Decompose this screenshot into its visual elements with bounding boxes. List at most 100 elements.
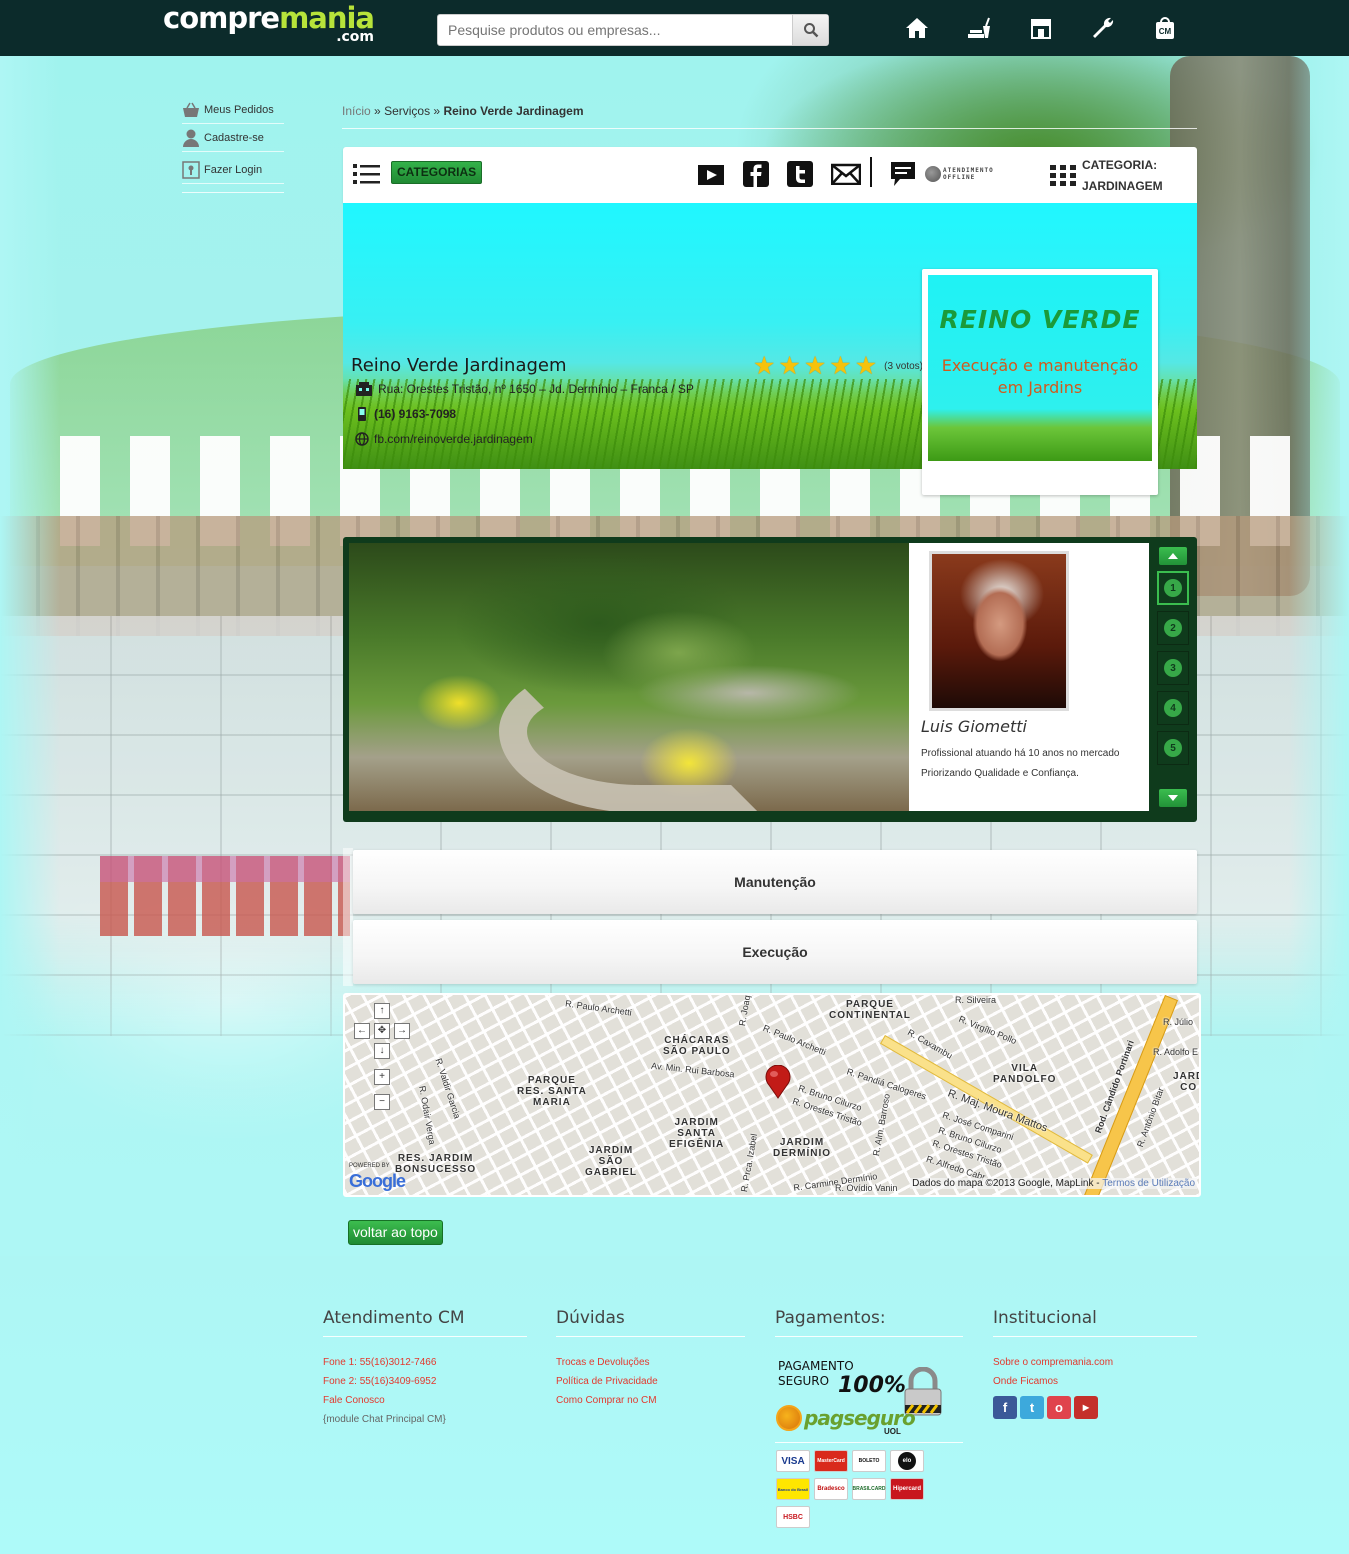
promo-brand: REINO VERDE [939, 305, 1141, 334]
pan-center-button[interactable]: ✥ [374, 1023, 390, 1039]
search-icon [803, 23, 818, 38]
location-map[interactable]: PARQUE CONTINENTAL CHÁCARAS SÃO PAULO PARQ… [343, 993, 1201, 1197]
star-icon: ★ [803, 352, 827, 380]
footer-chat-module: {module Chat Principal CM} [323, 1414, 446, 1425]
sidebar-item-label: Fazer Login [204, 163, 263, 176]
orkut-icon[interactable]: o [1047, 1396, 1071, 1419]
search-button[interactable] [792, 15, 828, 45]
list-menu-button[interactable] [353, 163, 380, 188]
facebook-icon[interactable]: f [993, 1396, 1017, 1419]
website-text: fb.com/reinoverde.jardinagem [374, 432, 533, 446]
zoom-in-button[interactable]: + [374, 1069, 390, 1085]
caret-up-icon [1168, 553, 1178, 559]
footer-contact-link[interactable]: Fale Conosco [323, 1391, 527, 1410]
address-text: Rua: Orestes Tristão, nº 1650 – Jd. Derm… [378, 382, 694, 396]
youtube-icon[interactable] [697, 162, 725, 186]
footer-returns-link[interactable]: Trocas e Devoluções [556, 1353, 745, 1372]
map-powered-by: POWERED BY [349, 1163, 390, 1169]
business-website[interactable]: fb.com/reinoverde.jardinagem [355, 432, 533, 446]
breadcrumb-section-link[interactable]: Serviços [384, 104, 430, 118]
map-street: R. Júlio [1163, 1017, 1194, 1027]
zoom-out-button[interactable]: − [374, 1094, 390, 1110]
pagseguro-logo: pagseguro UOL [776, 1405, 916, 1436]
pan-right-button[interactable]: → [394, 1023, 410, 1039]
accordion-strip [343, 848, 353, 986]
wrench-icon [1093, 17, 1114, 38]
service-execucao[interactable]: Execução [353, 920, 1197, 984]
mastercard-icon: MasterCard [814, 1450, 848, 1472]
footer-institucional-title: Institucional [993, 1308, 1197, 1337]
slide-thumb-1[interactable]: 1 [1157, 571, 1189, 605]
social-share-icons [697, 161, 861, 187]
pan-up-button[interactable]: ↑ [374, 1003, 390, 1019]
slide-thumb-4[interactable]: 4 [1157, 691, 1189, 725]
breadcrumb-home-link[interactable]: Início [342, 104, 371, 118]
nav-store[interactable] [1010, 12, 1072, 44]
top-nav-icons: CM [886, 12, 1196, 44]
sidebar-item-login[interactable]: Fazer Login [182, 156, 284, 184]
category-indicator[interactable]: CATEGORIA: JARDINAGEM [1050, 155, 1163, 197]
search-input[interactable] [438, 15, 793, 45]
slide-selector: 1 2 3 4 5 [1155, 543, 1191, 811]
elo-card-icon: elo [890, 1450, 924, 1472]
sidebar-item-register[interactable]: Cadastre-se [182, 124, 284, 152]
footer-phone-2[interactable]: Fone 2: 55(16)3409-6952 [323, 1372, 527, 1391]
nav-services[interactable] [1072, 12, 1134, 44]
offline-line-1: ATENDIMENTO [943, 167, 994, 174]
login-icon [182, 160, 200, 179]
chat-button[interactable] [890, 161, 916, 190]
youtube-icon[interactable]: ▶ [1074, 1396, 1098, 1419]
map-terms-link[interactable]: Termos de Utilização [1102, 1178, 1195, 1189]
twitter-icon[interactable]: t [1020, 1396, 1044, 1419]
rating-stars[interactable]: ★ ★ ★ ★ ★ (3 votos) [753, 352, 923, 380]
nav-home[interactable] [886, 12, 948, 44]
sidebar-item-orders[interactable]: Meus Pedidos [182, 96, 284, 124]
secure-payment-badge: PAGAMENTO SEGURO 100% pagseguro UOL [776, 1359, 966, 1439]
profile-panel: Luis Giometti Profissional atuando há 10… [909, 543, 1149, 811]
star-icon: ★ [829, 352, 852, 380]
hsbc-icon: HSBC [776, 1506, 810, 1528]
map-label-parque-santa-maria: PARQUE RES. SANTA MARIA [517, 1075, 587, 1108]
pan-left-button[interactable]: ← [354, 1023, 370, 1039]
nav-food[interactable] [948, 12, 1010, 44]
facebook-icon[interactable] [743, 161, 769, 187]
nav-cm[interactable]: CM [1134, 12, 1196, 44]
top-navigation-bar: compremania .com CM [0, 0, 1349, 56]
footer-privacy-link[interactable]: Política de Privacidade [556, 1372, 745, 1391]
bradesco-icon: Bradesco [814, 1478, 848, 1500]
slide-thumb-2[interactable]: 2 [1157, 611, 1189, 645]
map-label-bonsucesso: RES. JARDIM BONSUCESSO [395, 1153, 477, 1175]
footer-social-icons: f t o ▶ [993, 1396, 1098, 1419]
slide-thumb-5[interactable]: 5 [1157, 731, 1189, 765]
flower-pots-decoration [100, 856, 350, 936]
boleto-icon: BOLETO [852, 1450, 886, 1472]
offline-line-2: OFFLINE [943, 174, 976, 181]
garden-photo [349, 543, 909, 811]
slide-down-button[interactable] [1159, 789, 1187, 807]
footer-location-link[interactable]: Onde Ficamos [993, 1372, 1197, 1391]
building-icon [356, 382, 372, 396]
service-manutencao[interactable]: Manutenção [353, 850, 1197, 914]
footer-howtobuy-link[interactable]: Como Comprar no CM [556, 1391, 745, 1410]
footer-phone-1[interactable]: Fone 1: 55(16)3012-7466 [323, 1353, 527, 1372]
location-pin-icon[interactable] [763, 1064, 793, 1102]
site-logo[interactable]: compremania .com [163, 2, 375, 45]
sidebar-item-label: Cadastre-se [204, 131, 264, 144]
footer-about-link[interactable]: Sobre o compremania.com [993, 1353, 1197, 1372]
footer-atendimento-title: Atendimento CM [323, 1308, 527, 1337]
support-offline-status: ATENDIMENTO OFFLINE [925, 166, 994, 182]
map-label-jardim-derminio: JARDIM DERMÍNIO [773, 1137, 831, 1159]
back-to-top-button[interactable]: voltar ao topo [348, 1220, 443, 1245]
email-icon[interactable] [831, 163, 861, 185]
brasilcard-icon: BRASILCARD [852, 1478, 886, 1500]
profile-description: Profissional atuando há 10 anos no merca… [921, 748, 1120, 779]
sidebar-divider [182, 192, 284, 193]
pan-down-button[interactable]: ↓ [374, 1043, 390, 1059]
categories-button[interactable]: CATEGORIAS [391, 161, 483, 184]
globe-icon [355, 432, 369, 446]
breadcrumb-separator: » [433, 104, 441, 118]
twitter-icon[interactable] [787, 161, 813, 187]
slide-thumb-3[interactable]: 3 [1157, 651, 1189, 685]
slide-up-button[interactable] [1159, 547, 1187, 565]
sidebar-item-label: Meus Pedidos [204, 103, 274, 116]
